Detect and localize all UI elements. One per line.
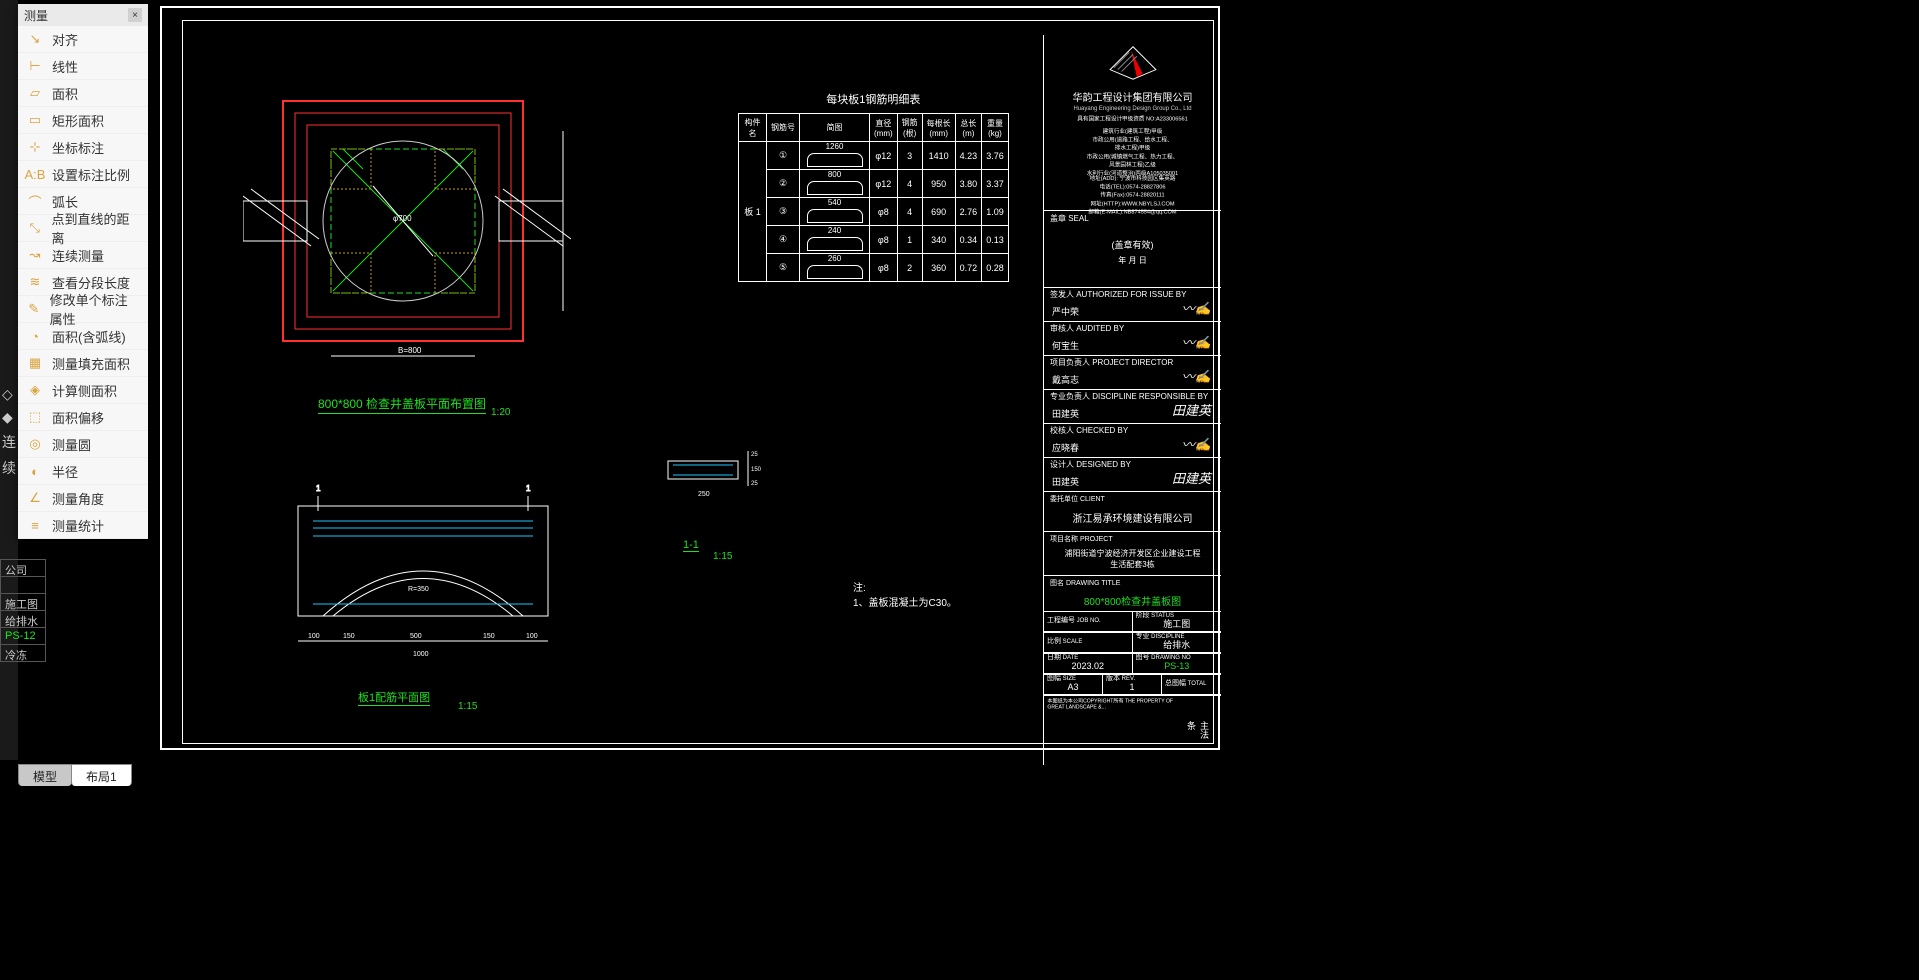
sheet-border: B=800 φ700 800*800 检查井盖板平面布置图 1:20 [160,6,1220,750]
measure-icon: ▱ [26,84,44,102]
measure-icon: ◔ [26,327,44,345]
measure-icon: ▦ [26,354,44,372]
measure-item-修改单个标注属性[interactable]: ✎修改单个标注属性 [18,296,148,323]
svg-text:1000: 1000 [413,651,429,658]
measure-icon: ✎ [26,300,42,318]
svg-text:100: 100 [308,633,320,640]
detail-1-1-title: 1-1 [683,539,699,552]
svg-text:25: 25 [751,452,758,458]
measure-icon: ▭ [26,111,44,129]
svg-text:1: 1 [526,484,531,493]
measure-item-半径[interactable]: ◐半径 [18,458,148,485]
measure-panel-title: 测量 [24,7,48,24]
drawing-title-block: 华韵工程设计集团有限公司 Huayang Engineering Design … [1043,35,1221,765]
measure-item-测量圆[interactable]: ◎测量圆 [18,431,148,458]
measure-icon: ⌒ [26,192,44,210]
layout-tabs: 模型布局1 [18,764,131,786]
left-titleblock-fragment: 公司施工图给排水PS-12冷冻 [0,560,46,662]
measure-icon: ∠ [26,489,44,507]
drawing-notes: 注: 1、盖板混凝土为C30。 [853,579,957,609]
svg-text:φ700: φ700 [393,214,412,223]
sheet-inner: B=800 φ700 800*800 检查井盖板平面布置图 1:20 [182,20,1214,744]
measure-panel-header[interactable]: 测量 × [18,4,148,26]
svg-text:250: 250 [698,491,710,498]
svg-text:R=350: R=350 [408,586,429,593]
section-view-drawing: 100 150 500 150 100 1000 R=350 1 1 [278,466,588,666]
measure-icon: ◎ [26,435,44,453]
measure-item-坐标标注[interactable]: ⊹坐标标注 [18,134,148,161]
measure-icon: ⤡ [26,219,44,237]
detail-1-1-scale: 1:15 [713,551,732,562]
measure-item-面积[interactable]: ▱面积 [18,80,148,107]
tab-布局1[interactable]: 布局1 [71,764,132,786]
tab-模型[interactable]: 模型 [18,764,72,786]
measure-item-矩形面积[interactable]: ▭矩形面积 [18,107,148,134]
table-title: 每块板1钢筋明细表 [738,91,1009,107]
left-toolbar: ◇◆连续 [0,380,18,484]
section-view-scale: 1:15 [458,701,477,712]
measure-icon: ↝ [26,246,44,264]
section-view-title: 板1配筋平面图 [358,689,430,706]
measure-icon: A:B [26,165,44,183]
svg-text:150: 150 [343,633,355,640]
svg-text:B=800: B=800 [398,346,422,355]
measure-icon: ◈ [26,381,44,399]
measure-item-点到直线的距离[interactable]: ⤡点到直线的距离 [18,215,148,242]
measure-item-线性[interactable]: ⊢线性 [18,53,148,80]
measure-item-测量角度[interactable]: ∠测量角度 [18,485,148,512]
plan-view-drawing: B=800 φ700 [243,71,603,361]
measure-item-面积偏移[interactable]: ⬚面积偏移 [18,404,148,431]
measure-panel: 测量 × ↘对齐⊢线性▱面积▭矩形面积⊹坐标标注A:B设置标注比例⌒弧长⤡点到直… [18,4,148,539]
svg-text:150: 150 [483,633,495,640]
plan-view-scale: 1:20 [491,407,510,418]
measure-item-测量统计[interactable]: ≡测量统计 [18,512,148,539]
measure-item-计算侧面积[interactable]: ◈计算侧面积 [18,377,148,404]
measure-icon: ⊹ [26,138,44,156]
measure-item-对齐[interactable]: ↘对齐 [18,26,148,53]
measure-icon: ≋ [26,273,44,291]
model-viewport[interactable]: B=800 φ700 800*800 检查井盖板平面布置图 1:20 [150,0,1919,760]
close-icon[interactable]: × [128,8,142,22]
side-annotation: 主法条 [1185,721,1211,743]
measure-item-设置标注比例[interactable]: A:B设置标注比例 [18,161,148,188]
measure-icon: ≡ [26,516,44,534]
detail-1-1-drawing: 25 150 25 250 [663,441,763,501]
steel-schedule-table: 每块板1钢筋明细表 构件名钢筋号简图直径(mm)钢筋(根)每根长(mm)总长(m… [738,91,1009,282]
svg-text:1: 1 [316,484,321,493]
measure-icon: ⬚ [26,408,44,426]
command-area[interactable] [0,786,1919,980]
measure-icon: ◐ [26,462,44,480]
measure-icon: ↘ [26,30,44,48]
plan-view-title: 800*800 检查井盖板平面布置图 [318,395,486,414]
measure-item-测量填充面积[interactable]: ▦测量填充面积 [18,350,148,377]
svg-text:500: 500 [410,633,422,640]
measure-icon: ⊢ [26,57,44,75]
svg-text:25: 25 [751,481,758,487]
svg-text:150: 150 [751,467,762,473]
svg-text:100: 100 [526,633,538,640]
company-logo [1044,35,1221,87]
